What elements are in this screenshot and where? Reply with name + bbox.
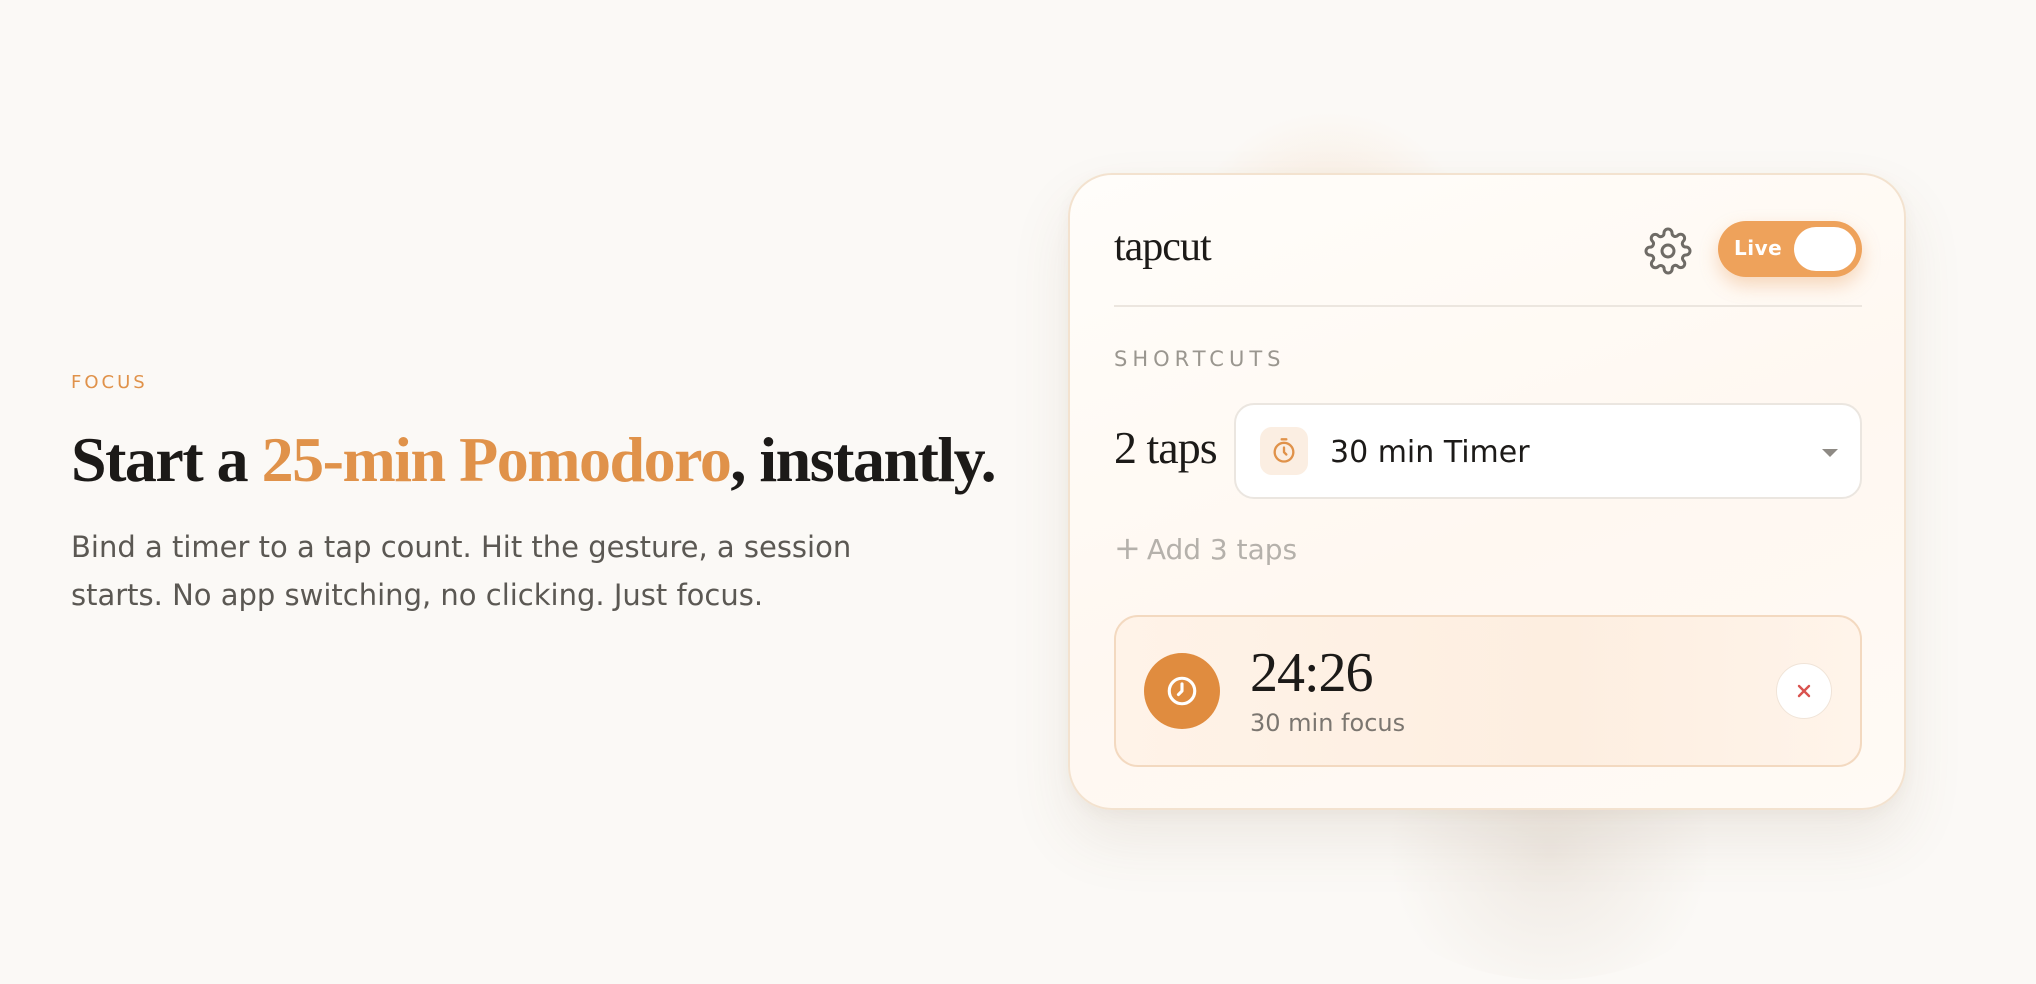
divider xyxy=(1114,305,1862,307)
eyebrow-label: FOCUS xyxy=(71,372,148,393)
stopwatch-icon xyxy=(1260,427,1308,475)
app-card: tapcut Live SHORTCUTS 2 taps 30 min Time xyxy=(1068,173,1906,810)
hero: FOCUS Start a 25-min Pomodoro, instantly… xyxy=(71,372,997,619)
close-icon[interactable] xyxy=(1776,663,1832,719)
headline-end: , instantly. xyxy=(730,424,996,495)
taps-count-label: 2 taps xyxy=(1114,422,1218,473)
gear-icon[interactable] xyxy=(1644,227,1692,275)
toggle-knob xyxy=(1794,227,1856,271)
shortcut-action-select[interactable]: 30 min Timer xyxy=(1234,403,1862,499)
body-copy: Bind a timer to a tap count. Hit the ges… xyxy=(71,530,852,613)
add-shortcut-button[interactable]: + Add 3 taps xyxy=(1114,529,1297,567)
headline: Start a 25-min Pomodoro, instantly. xyxy=(71,424,997,495)
active-session: 24:26 30 min focus xyxy=(1114,615,1862,767)
chevron-down-icon xyxy=(1822,449,1838,457)
plus-icon: + xyxy=(1114,529,1141,567)
clock-icon xyxy=(1144,653,1220,729)
page: FOCUS Start a 25-min Pomodoro, instantly… xyxy=(0,0,2036,984)
add-shortcut-label: Add 3 taps xyxy=(1146,533,1298,566)
live-toggle-label: Live xyxy=(1734,236,1783,260)
session-timer: 24:26 xyxy=(1250,642,1374,704)
live-toggle[interactable]: Live xyxy=(1718,221,1862,277)
select-value: 30 min Timer xyxy=(1330,435,1530,470)
session-subtitle: 30 min focus xyxy=(1250,709,1406,737)
headline-accent: 25-min Pomodoro xyxy=(261,424,732,495)
headline-start: Start a xyxy=(71,424,262,495)
brand-name: tapcut xyxy=(1114,224,1212,270)
section-label: SHORTCUTS xyxy=(1114,347,1286,371)
